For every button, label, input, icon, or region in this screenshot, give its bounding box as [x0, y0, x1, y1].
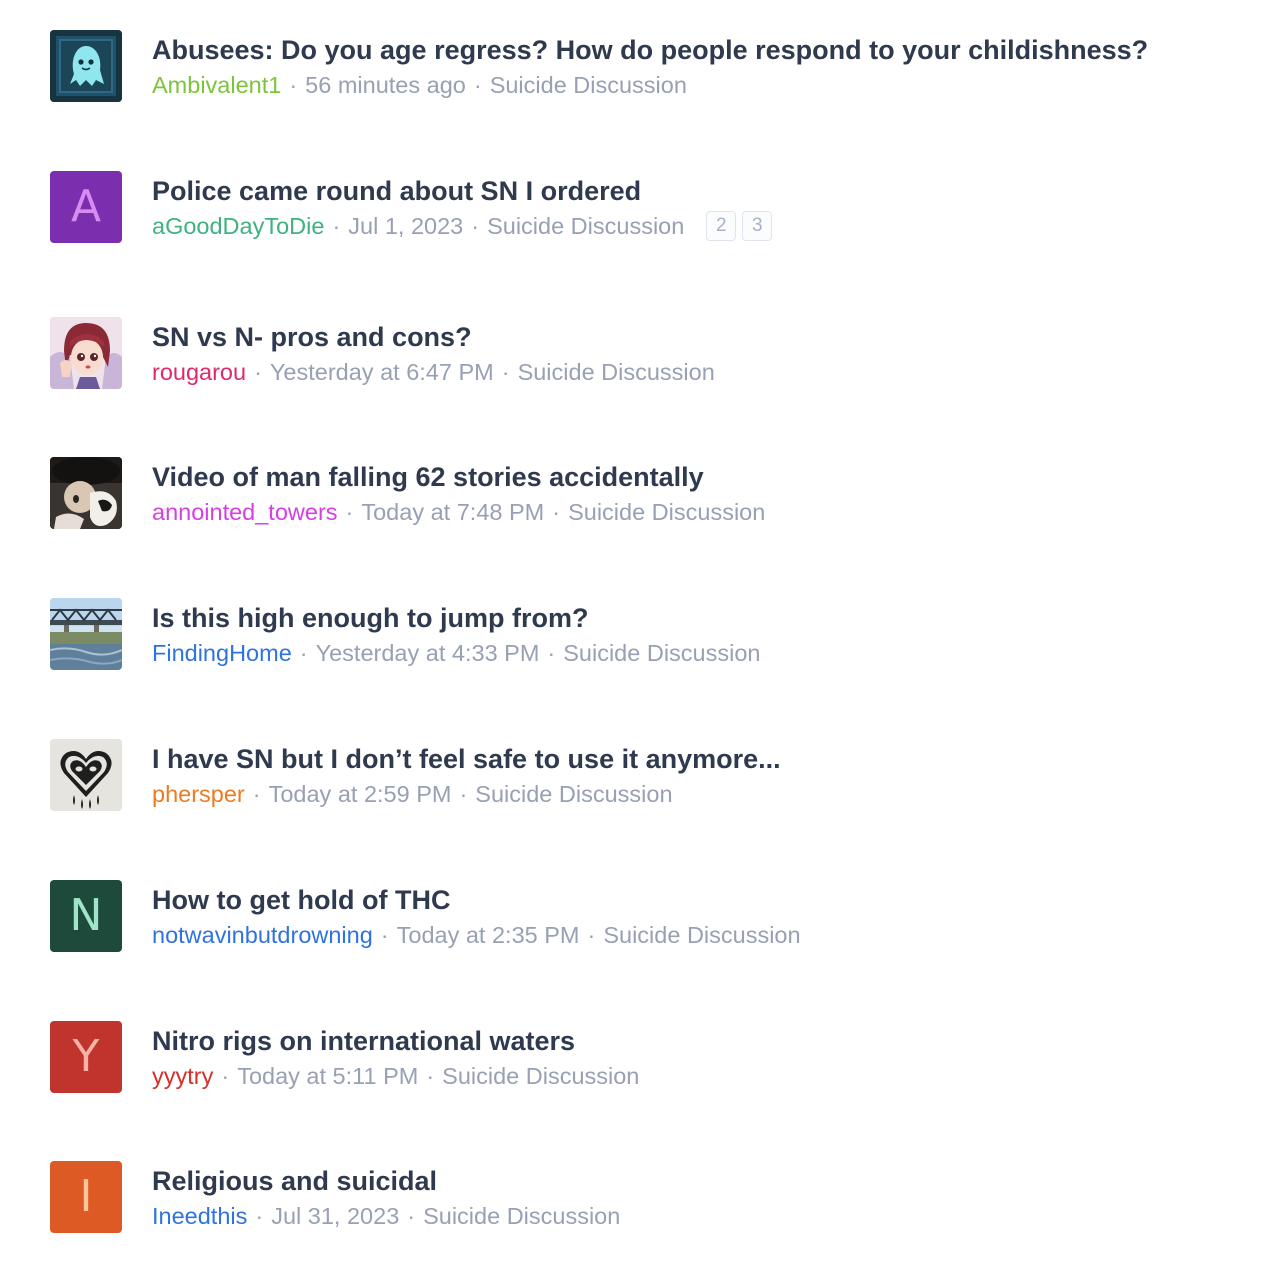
bridge-avatar-image	[50, 598, 122, 670]
thread-date[interactable]: Jul 1, 2023	[348, 211, 463, 241]
separator-dot: ·	[407, 1203, 416, 1229]
page-link-3[interactable]: 3	[742, 211, 773, 241]
ghost-avatar-image	[50, 30, 122, 102]
avatar-letter: N	[69, 890, 103, 941]
thread-meta: FindingHome · Yesterday at 4:33 PM · Sui…	[152, 638, 760, 668]
thread-title[interactable]: Abusees: Do you age regress? How do peop…	[152, 33, 1148, 67]
separator-dot: ·	[587, 922, 596, 948]
separator-dot: ·	[547, 640, 556, 666]
avatar[interactable]	[50, 457, 122, 529]
thread-item: Video of man falling 62 stories accident…	[0, 457, 1288, 557]
separator-dot: ·	[254, 359, 262, 385]
thread-author[interactable]: notwavinbutdrowning	[152, 920, 373, 950]
crying-heart-avatar-image	[50, 739, 122, 811]
separator-dot: ·	[459, 781, 468, 807]
thread-title[interactable]: Nitro rigs on international waters	[152, 1024, 575, 1058]
thread-title[interactable]: Religious and suicidal	[152, 1164, 437, 1198]
thread-item: I have SN but I don’t feel safe to use i…	[0, 739, 1288, 839]
thread-item: Is this high enough to jump from? Findin…	[0, 598, 1288, 698]
page-jump: 2 3	[706, 211, 773, 241]
thread-meta: annointed_towers · Today at 7:48 PM · Su…	[152, 497, 765, 527]
thread-author[interactable]: phersper	[152, 779, 245, 809]
thread-title[interactable]: Is this high enough to jump from?	[152, 601, 588, 635]
thread-forum[interactable]: Suicide Discussion	[490, 70, 687, 100]
avatar[interactable]: I	[50, 1161, 122, 1233]
anime-girl-avatar-image	[50, 317, 122, 389]
thread-date[interactable]: Today at 5:11 PM	[237, 1061, 418, 1091]
thread-meta: Ambivalent1 · 56 minutes ago · Suicide D…	[152, 70, 687, 100]
plush-doll-avatar-image	[50, 457, 122, 529]
separator-dot: ·	[289, 72, 298, 98]
thread-author[interactable]: rougarou	[152, 357, 246, 387]
thread-title[interactable]: SN vs N- pros and cons?	[152, 320, 472, 354]
thread-list: Abusees: Do you age regress? How do peop…	[0, 0, 1288, 1250]
thread-title[interactable]: How to get hold of THC	[152, 883, 450, 917]
thread-date[interactable]: Today at 2:35 PM	[397, 920, 580, 950]
thread-author[interactable]: Ambivalent1	[152, 70, 281, 100]
thread-date[interactable]: Today at 7:48 PM	[361, 497, 544, 527]
avatar[interactable]	[50, 30, 122, 102]
avatar[interactable]: A	[50, 171, 122, 243]
thread-title[interactable]: Video of man falling 62 stories accident…	[152, 460, 704, 494]
separator-dot: ·	[471, 213, 480, 239]
thread-meta: notwavinbutdrowning · Today at 2:35 PM ·…	[152, 920, 801, 950]
thread-author[interactable]: FindingHome	[152, 638, 292, 668]
separator-dot: ·	[501, 359, 510, 385]
thread-item: SN vs N- pros and cons? rougarou · Yeste…	[0, 317, 1288, 417]
separator-dot: ·	[552, 499, 561, 525]
page-link-2[interactable]: 2	[706, 211, 737, 241]
thread-author[interactable]: annointed_towers	[152, 497, 338, 527]
thread-meta: yyytry · Today at 5:11 PM · Suicide Disc…	[152, 1061, 639, 1091]
thread-date[interactable]: Today at 2:59 PM	[269, 779, 452, 809]
thread-title[interactable]: Police came round about SN I ordered	[152, 174, 641, 208]
thread-author[interactable]: aGoodDayToDie	[152, 211, 324, 241]
thread-date[interactable]: Jul 31, 2023	[271, 1201, 399, 1231]
avatar[interactable]: Y	[50, 1021, 122, 1093]
thread-meta: phersper · Today at 2:59 PM · Suicide Di…	[152, 779, 673, 809]
thread-date[interactable]: Yesterday at 4:33 PM	[316, 638, 540, 668]
thread-item: N How to get hold of THC notwavinbutdrow…	[0, 880, 1288, 980]
avatar-letter: I	[79, 1171, 93, 1222]
thread-date[interactable]: Yesterday at 6:47 PM	[270, 357, 494, 387]
thread-forum[interactable]: Suicide Discussion	[423, 1201, 620, 1231]
thread-forum[interactable]: Suicide Discussion	[518, 357, 715, 387]
thread-meta: rougarou · Yesterday at 6:47 PM · Suicid…	[152, 357, 715, 387]
separator-dot: ·	[473, 72, 482, 98]
avatar-letter: A	[70, 181, 102, 232]
thread-title[interactable]: I have SN but I don’t feel safe to use i…	[152, 742, 781, 776]
separator-dot: ·	[299, 640, 308, 666]
thread-author[interactable]: yyytry	[152, 1061, 213, 1091]
separator-dot: ·	[345, 499, 354, 525]
separator-dot: ·	[332, 213, 341, 239]
avatar-letter: Y	[72, 1031, 100, 1082]
separator-dot: ·	[426, 1063, 435, 1089]
thread-author[interactable]: Ineedthis	[152, 1201, 247, 1231]
thread-forum[interactable]: Suicide Discussion	[603, 920, 800, 950]
thread-item: A Police came round about SN I ordered a…	[0, 171, 1288, 271]
avatar[interactable]	[50, 739, 122, 811]
thread-forum[interactable]: Suicide Discussion	[487, 211, 684, 241]
separator-dot: ·	[221, 1063, 230, 1089]
thread-forum[interactable]: Suicide Discussion	[475, 779, 672, 809]
thread-meta: aGoodDayToDie · Jul 1, 2023 · Suicide Di…	[152, 211, 773, 241]
thread-item: I Religious and suicidal Ineedthis · Jul…	[0, 1161, 1288, 1261]
avatar[interactable]	[50, 317, 122, 389]
separator-dot: ·	[380, 922, 389, 948]
thread-item: Y Nitro rigs on international waters yyy…	[0, 1021, 1288, 1121]
thread-forum[interactable]: Suicide Discussion	[568, 497, 765, 527]
thread-forum[interactable]: Suicide Discussion	[442, 1061, 639, 1091]
avatar[interactable]: N	[50, 880, 122, 952]
avatar[interactable]	[50, 598, 122, 670]
thread-meta: Ineedthis · Jul 31, 2023 · Suicide Discu…	[152, 1201, 620, 1231]
thread-item: Abusees: Do you age regress? How do peop…	[0, 30, 1288, 130]
separator-dot: ·	[252, 781, 261, 807]
thread-date[interactable]: 56 minutes ago	[305, 70, 466, 100]
separator-dot: ·	[255, 1203, 264, 1229]
thread-forum[interactable]: Suicide Discussion	[563, 638, 760, 668]
